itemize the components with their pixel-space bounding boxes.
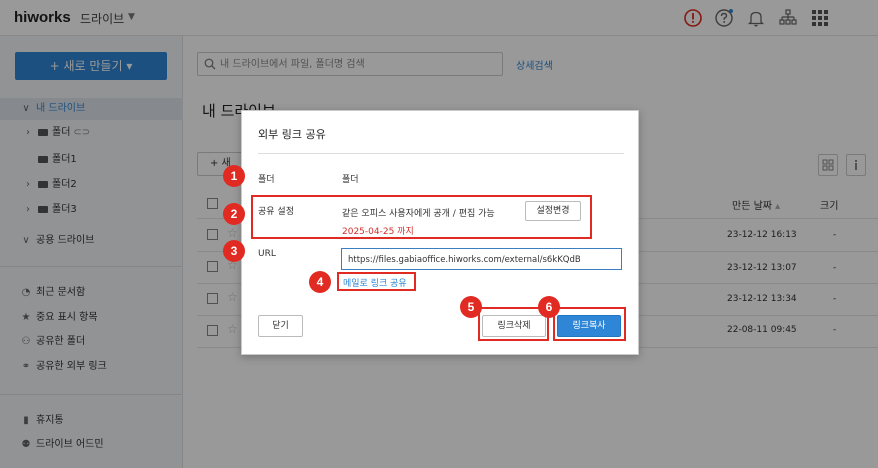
url-label: URL <box>258 249 276 259</box>
folder-value: 폴더 <box>342 175 359 185</box>
annotation-marker-4: 4 <box>309 271 331 293</box>
annotation-marker-6: 6 <box>538 296 560 318</box>
close-button[interactable]: 닫기 <box>258 315 303 337</box>
annotation-marker-2: 2 <box>223 203 245 225</box>
url-field[interactable] <box>341 248 622 270</box>
folder-label: 폴더 <box>258 175 275 185</box>
highlight-copy-link <box>553 307 626 341</box>
url-input[interactable] <box>348 252 616 267</box>
dialog-divider <box>258 153 624 154</box>
highlight-share-setting <box>251 195 592 239</box>
annotation-marker-1: 1 <box>223 165 245 187</box>
dialog-title: 외부 링크 공유 <box>258 128 326 141</box>
annotation-marker-3: 3 <box>223 240 245 262</box>
highlight-mail-share <box>337 272 416 291</box>
annotation-marker-5: 5 <box>460 296 482 318</box>
